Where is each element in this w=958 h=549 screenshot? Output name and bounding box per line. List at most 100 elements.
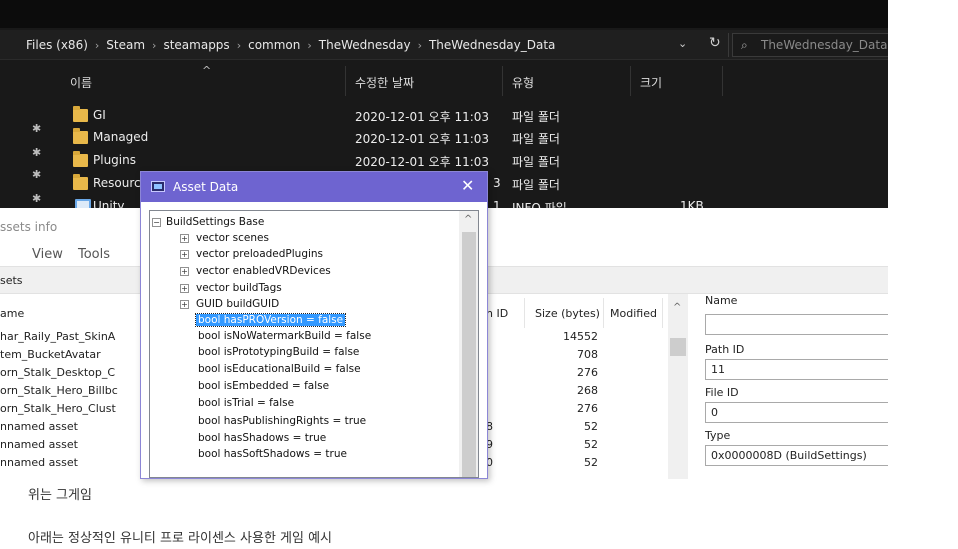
folder-icon [73,106,88,122]
path-id-label: Path ID [705,343,745,356]
file-modified: 2020-12-01 오후 11:03 [355,110,490,124]
tree-leaf[interactable]: bool hasSoftShadows = true [198,447,347,462]
close-icon[interactable]: ✕ [461,176,474,195]
tree-leaf-selected[interactable]: bool hasPROVersion = false [194,313,347,328]
path-id-field[interactable]: 11 [705,359,888,380]
breadcrumb-item[interactable]: Steam [106,38,145,52]
caption-line-2: 아래는 정상적인 유니티 프로 라이센스 사용한 게임 예시 [28,531,333,546]
expand-icon[interactable]: + [180,300,189,309]
file-name: Plugins [93,153,136,167]
app-icon [151,181,165,192]
type-field[interactable]: 0x0000008D (BuildSettings) [705,445,888,466]
tree-leaf[interactable]: bool hasShadows = true [198,431,326,446]
tree-node[interactable]: + vector preloadedPlugins [180,247,323,262]
breadcrumb-separator-icon: › [152,39,157,52]
column-divider[interactable] [603,298,604,328]
search-placeholder: TheWednesday_Data [761,38,888,52]
tree-node-root[interactable]: − BuildSettings Base [152,215,264,230]
asset-data-dialog: Asset Data ✕ − BuildSettings Base + vect… [140,171,488,479]
column-header-size[interactable]: 크기 [640,74,662,91]
column-header-modified[interactable]: Modified [610,307,657,320]
menu-view[interactable]: View [32,247,63,262]
column-divider[interactable] [345,66,346,96]
tree-leaf[interactable]: bool isPrototypingBuild = false [198,345,359,360]
name-label: Name [705,294,738,307]
expand-icon[interactable]: + [180,267,189,276]
folder-icon [73,151,88,167]
tree-leaf[interactable]: bool isEducationalBuild = false [198,362,361,377]
file-id-field[interactable]: 0 [705,402,888,423]
tree-leaf[interactable]: bool isNoWatermarkBuild = false [198,329,371,344]
search-icon: ⌕ [741,38,748,52]
search-input[interactable]: ⌕ TheWednesday_Data [732,33,888,57]
document-icon [75,199,91,208]
column-divider[interactable] [524,298,525,328]
column-divider[interactable] [662,298,663,328]
file-row[interactable]: Managed 2020-12-01 오후 11:03 파일 폴더 [0,127,888,149]
file-type: 파일 폴더 [512,132,560,146]
tree-node[interactable]: + vector scenes [180,231,269,246]
divider [728,33,729,57]
file-row[interactable]: GI 2020-12-01 오후 11:03 파일 폴더 [0,105,888,127]
asset-name: tem_BucketAvatar [0,348,101,361]
refresh-icon[interactable]: ↻ [709,35,721,51]
expand-icon[interactable]: + [180,234,189,243]
breadcrumb-item[interactable]: TheWednesday [319,38,411,52]
asset-size: 52 [584,456,598,469]
collapse-icon[interactable]: − [152,218,161,227]
scroll-thumb[interactable] [670,338,686,356]
address-bar[interactable]: Files (x86) › Steam › steamapps › common › TheWe… [0,30,888,60]
asset-name: orn_Stalk_Hero_Billbc [0,384,118,397]
asset-size: 268 [577,384,598,397]
asset-size: 708 [577,348,598,361]
column-header-name[interactable]: 이름 [70,74,92,91]
breadcrumb-item[interactable]: steamapps [163,38,229,52]
scroll-thumb[interactable] [462,232,476,477]
type-label: Type [705,429,731,442]
breadcrumb-separator-icon: › [94,39,100,52]
tree-leaf[interactable]: bool isTrial = false [198,396,294,411]
asset-size: 52 [584,420,598,433]
breadcrumb-item[interactable]: TheWednesday_Data [429,38,555,52]
tree-leaf[interactable]: bool isEmbedded = false [198,379,329,394]
tree-node-label: vector scenes [196,232,269,244]
tree-node-label: vector preloadedPlugins [196,248,324,260]
tree-leaf-label: bool isPrototypingBuild = false [198,346,360,358]
file-name: Managed [93,130,149,144]
tree-leaf[interactable]: bool hasPublishingRights = true [198,414,366,429]
dialog-titlebar[interactable]: Asset Data ✕ [141,172,487,202]
column-header-name[interactable]: ame [0,307,24,320]
asset-name: orn_Stalk_Hero_Clust [0,402,116,415]
column-header-size[interactable]: Size (bytes) [535,307,600,320]
tree-node[interactable]: + vector buildTags [180,281,282,296]
file-name: GI [93,108,106,122]
tree-node[interactable]: + vector enabledVRDevices [180,264,331,279]
tree-node[interactable]: + GUID buildGUID [180,297,279,312]
table-scrollbar[interactable]: ^ [668,294,688,479]
tree-scrollbar[interactable]: ^ [459,211,478,477]
folder-icon [73,128,88,144]
column-divider[interactable] [502,66,503,96]
tree-leaf-label: bool hasPROVersion = false [194,313,347,327]
expand-icon[interactable]: + [180,250,189,259]
asset-name: nnamed asset [0,438,78,451]
chevron-down-icon[interactable]: ⌄ [678,37,687,50]
expand-icon[interactable]: + [180,284,189,293]
column-header-modified[interactable]: 수정한 날짜 [355,74,414,91]
name-field[interactable] [705,314,888,335]
file-row[interactable]: Plugins 2020-12-01 오후 11:03 파일 폴더 [0,150,888,172]
breadcrumb-item[interactable]: Files (x86) [26,38,88,52]
asset-name: nnamed asset [0,456,78,469]
file-id-label: File ID [705,386,739,399]
menu-tools[interactable]: Tools [78,247,110,262]
column-divider[interactable] [722,66,723,96]
column-header-path-id[interactable]: h ID [486,307,508,320]
tree-leaf-label: bool isEmbedded = false [198,380,330,392]
scroll-up-icon[interactable]: ^ [673,302,681,313]
column-divider[interactable] [630,66,631,96]
file-modified: 2020-12-01 오후 11:03 [355,155,490,169]
column-header-type[interactable]: 유형 [512,74,534,91]
caption-line-1: 위는 그게임 [28,488,92,503]
scroll-up-icon[interactable]: ^ [464,214,472,225]
breadcrumb-item[interactable]: common [248,38,300,52]
